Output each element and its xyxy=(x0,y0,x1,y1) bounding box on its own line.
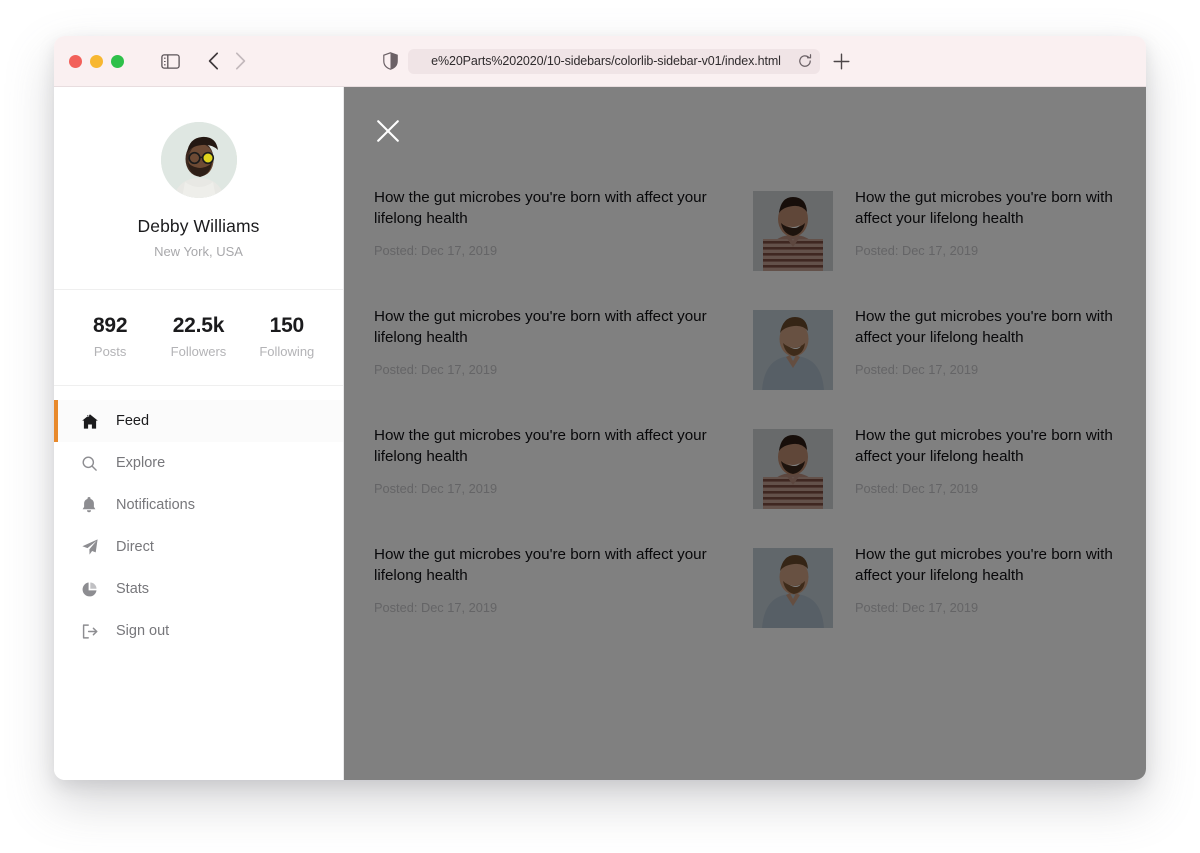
stat-value: 150 xyxy=(243,314,331,338)
sidebar-item-label: Notifications xyxy=(116,497,195,513)
sidebar-nav: Feed Explore xyxy=(54,386,343,652)
stat-followers[interactable]: 22.5k Followers xyxy=(154,314,242,359)
sidebar-item-sign-out[interactable]: Sign out xyxy=(54,610,343,652)
chevron-left-icon[interactable] xyxy=(208,52,219,70)
sidebar-item-explore[interactable]: Explore xyxy=(54,442,343,484)
sidebar-item-stats[interactable]: Stats xyxy=(54,568,343,610)
stat-label: Following xyxy=(243,344,331,359)
profile-location: New York, USA xyxy=(54,244,343,259)
sidebar-item-label: Explore xyxy=(116,455,165,471)
browser-toolbar: e%20Parts%202020/10-sidebars/colorlib-si… xyxy=(54,36,1146,87)
page-content: Debby Williams New York, USA 892 Posts 2… xyxy=(54,87,1146,780)
close-icon[interactable] xyxy=(374,117,402,145)
dimming-overlay[interactable] xyxy=(344,87,1146,780)
stat-posts[interactable]: 892 Posts xyxy=(66,314,154,359)
sidebar-item-notifications[interactable]: Notifications xyxy=(54,484,343,526)
url-text: e%20Parts%202020/10-sidebars/colorlib-si… xyxy=(431,54,781,68)
new-tab-button[interactable] xyxy=(832,52,851,71)
zoom-window-button[interactable] xyxy=(111,55,124,68)
stat-value: 22.5k xyxy=(154,314,242,338)
close-window-button[interactable] xyxy=(69,55,82,68)
address-bar-area: e%20Parts%202020/10-sidebars/colorlib-si… xyxy=(383,49,820,74)
sign-out-icon xyxy=(82,624,104,639)
profile-stats: 892 Posts 22.5k Followers 150 Following xyxy=(54,290,343,385)
profile-sidebar: Debby Williams New York, USA 892 Posts 2… xyxy=(54,87,344,780)
sidebar-item-label: Feed xyxy=(116,413,149,429)
sidebar-toggle-icon[interactable] xyxy=(161,54,180,69)
traffic-lights xyxy=(69,55,124,68)
navigation-arrows xyxy=(208,52,246,70)
stat-value: 892 xyxy=(66,314,154,338)
sidebar-item-label: Sign out xyxy=(116,623,169,639)
paper-plane-icon xyxy=(82,539,104,555)
sidebar-item-feed[interactable]: Feed xyxy=(54,400,343,442)
stat-label: Posts xyxy=(66,344,154,359)
url-bar[interactable]: e%20Parts%202020/10-sidebars/colorlib-si… xyxy=(408,49,820,74)
sidebar-item-label: Direct xyxy=(116,539,154,555)
shield-icon[interactable] xyxy=(383,52,398,70)
browser-window: e%20Parts%202020/10-sidebars/colorlib-si… xyxy=(54,36,1146,780)
profile-name: Debby Williams xyxy=(54,216,343,237)
reload-icon[interactable] xyxy=(798,54,812,68)
search-icon xyxy=(82,456,104,471)
avatar[interactable] xyxy=(161,122,237,198)
pie-chart-icon xyxy=(82,582,104,597)
chevron-right-icon[interactable] xyxy=(235,52,246,70)
minimize-window-button[interactable] xyxy=(90,55,103,68)
sidebar-item-label: Stats xyxy=(116,581,149,597)
profile-header: Debby Williams New York, USA xyxy=(54,87,343,289)
sidebar-item-direct[interactable]: Direct xyxy=(54,526,343,568)
bell-icon xyxy=(82,497,104,513)
home-icon xyxy=(82,414,104,429)
stat-following[interactable]: 150 Following xyxy=(243,314,331,359)
main-content: How the gut microbes you're born with af… xyxy=(344,87,1146,780)
stat-label: Followers xyxy=(154,344,242,359)
